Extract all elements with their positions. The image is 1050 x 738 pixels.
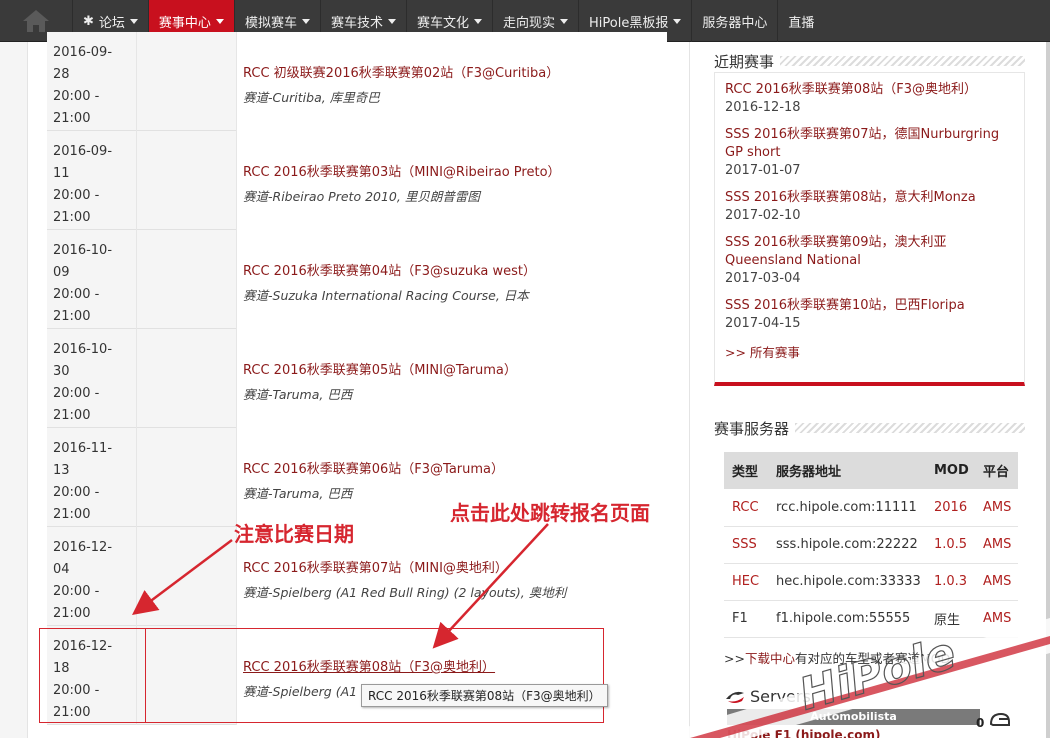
page-gutter-left: [0, 42, 27, 738]
row-spacer: [137, 230, 237, 329]
server-table-header: 类型 服务器地址 MOD 平台: [724, 452, 1018, 489]
download-center-link[interactable]: 下载中心: [745, 651, 795, 666]
race-info: RCC 2016秋季联赛第03站（MINI@Ribeirao Preto） 赛道…: [237, 131, 667, 230]
race-info: RCC 2016秋季联赛第04站（F3@suzuka west） 赛道-Suzu…: [237, 230, 667, 329]
heading-hatch: [780, 56, 1025, 66]
event-link[interactable]: SSS 2016秋季联赛第09站，澳大利亚 Queensland Nationa…: [725, 234, 1014, 270]
caret-down-icon: [387, 18, 396, 24]
home-icon: [23, 9, 49, 32]
row-spacer: [137, 428, 237, 527]
server-name-link[interactable]: HiPole F1 (hipole.com): [727, 728, 880, 738]
race-date: 2016-12- 04 20:00 -21:00: [47, 527, 137, 626]
caret-down-icon: [215, 18, 224, 24]
nav-live[interactable]: 直播: [777, 0, 824, 42]
player-count: 0: [976, 716, 985, 730]
race-info: RCC 初级联赛2016秋季联赛第02站（F3@Curitiba） 赛道-Cur…: [237, 32, 667, 131]
event-date: 2017-04-15: [725, 316, 801, 331]
race-date: 2016-11- 13 20:00 -21:00: [47, 428, 137, 527]
event-date: 2017-03-04: [725, 271, 801, 286]
event-item: SSS 2016秋季联赛第07站，德国Nurburgring GP short …: [725, 126, 1014, 180]
race-link[interactable]: RCC 2016秋季联赛第03站（MINI@Ribeirao Preto）: [243, 161, 667, 180]
date-note-label: 注意比赛日期: [234, 522, 354, 546]
race-date: 2016-10- 09 20:00 -21:00: [47, 230, 137, 329]
event-date: 2016-12-18: [725, 100, 801, 115]
caret-down-icon: [301, 18, 310, 24]
server-table: 类型 服务器地址 MOD 平台 RCC rcc.hipole.com:11111…: [724, 452, 1018, 638]
schedule-row: 2016-10- 30 20:00 -21:00 RCC 2016秋季联赛第05站（…: [47, 329, 667, 428]
window-scrollbar-track[interactable]: [1046, 42, 1050, 738]
server-row: SSS sss.hipole.com:22222 1.0.5 AMS: [724, 526, 1018, 564]
race-date: 2016-10- 30 20:00 -21:00: [47, 329, 137, 428]
server-row: HEC hec.hipole.com:33333 1.0.3 AMS: [724, 563, 1018, 601]
row-spacer: [137, 527, 237, 626]
servers-widget-title: Servers: [724, 687, 811, 706]
download-hint: >>下载中心有对应的车型或者赛道MOD: [724, 651, 951, 666]
row-spacer: [137, 329, 237, 428]
server-row: RCC rcc.hipole.com:11111 2016 AMS: [724, 489, 1018, 527]
race-date: 2016-09- 11 20:00 -21:00: [47, 131, 137, 230]
server-row: F1 f1.hipole.com:55555 原生 AMS: [724, 600, 1018, 638]
row-spacer: [137, 131, 237, 230]
race-link[interactable]: RCC 2016秋季联赛第05站（MINI@Taruma）: [243, 359, 667, 378]
race-track: 赛道-Spielberg (A1 Red Bull Ring) (2 layou…: [243, 585, 567, 600]
heading-hatch: [795, 423, 1025, 433]
event-item: RCC 2016秋季联赛第08站（F3@奥地利） 2016-12-18: [725, 81, 1014, 117]
race-track: 赛道-Curitiba, 库里奇巴: [243, 90, 380, 105]
race-track: 赛道-Ribeirao Preto 2010, 里贝朗普雷图: [243, 189, 480, 204]
watermark-text: HiPole: [794, 628, 961, 721]
row-spacer: [137, 32, 237, 131]
race-date: 2016-09- 28 20:00 -21:00: [47, 32, 137, 131]
asterisk-icon: ✱: [83, 13, 94, 29]
servers-logo-icon: [726, 691, 744, 703]
event-link[interactable]: SSS 2016秋季联赛第10站，巴西Floripa: [725, 297, 1014, 315]
race-info: RCC 2016秋季联赛第05站（MINI@Taruma） 赛道-Taruma,…: [237, 329, 667, 428]
schedule-row: 2016-09- 11 20:00 -21:00 RCC 2016秋季联赛第03站（…: [47, 131, 667, 230]
schedule-row: 2016-12- 04 20:00 -21:00 RCC 2016秋季联赛第07站（…: [47, 527, 667, 626]
schedule-row: 2016-10- 09 20:00 -21:00 RCC 2016秋季联赛第04站（…: [47, 230, 667, 329]
event-link[interactable]: SSS 2016秋季联赛第07站，德国Nurburgring GP short: [725, 126, 1014, 162]
race-link[interactable]: RCC 2016秋季联赛第06站（F3@Taruma）: [243, 458, 667, 477]
caret-down-icon: [673, 18, 682, 24]
nav-server-center[interactable]: 服务器中心: [691, 0, 777, 42]
race-link[interactable]: RCC 初级联赛2016秋季联赛第02站（F3@Curitiba）: [243, 62, 667, 81]
caret-down-icon: [560, 18, 568, 24]
servers-heading: 赛事服务器: [714, 417, 1025, 439]
event-date: 2017-02-10: [725, 208, 801, 223]
helmet-icon: [989, 712, 1010, 726]
link-tooltip: RCC 2016秋季联赛第08站（F3@奥地利）: [361, 684, 608, 707]
race-track: 赛道-Suzuka International Racing Course, 日…: [243, 288, 529, 303]
schedule-row: 2016-09- 28 20:00 -21:00 RCC 初级联赛2016秋季联赛第…: [47, 32, 667, 131]
event-link[interactable]: RCC 2016秋季联赛第08站（F3@奥地利）: [725, 81, 1014, 99]
click-note-label: 点击此处跳转报名页面: [450, 501, 650, 525]
date-highlight-box: [39, 628, 146, 723]
event-item: SSS 2016秋季联赛第08站，意大利Monza 2017-02-10: [725, 189, 1014, 225]
recent-events-box: RCC 2016秋季联赛第08站（F3@奥地利） 2016-12-18 SSS …: [714, 72, 1025, 386]
link-highlight-box: [145, 628, 604, 723]
event-item: SSS 2016秋季联赛第10站，巴西Floripa 2017-04-15: [725, 297, 1014, 333]
caret-down-icon: [129, 18, 138, 24]
caret-down-icon: [473, 18, 482, 24]
all-events-link[interactable]: >> 所有赛事: [725, 342, 1014, 361]
event-date: 2017-01-07: [725, 163, 801, 178]
race-link[interactable]: RCC 2016秋季联赛第04站（F3@suzuka west）: [243, 260, 667, 279]
race-track: 赛道-Taruma, 巴西: [243, 387, 353, 402]
event-link[interactable]: SSS 2016秋季联赛第08站，意大利Monza: [725, 189, 1014, 207]
race-link[interactable]: RCC 2016秋季联赛第07站（MINI@奥地利）: [243, 557, 667, 576]
recent-events-heading: 近期赛事: [714, 50, 1025, 72]
server-game-bar: Automobilista: [727, 709, 980, 725]
event-item: SSS 2016秋季联赛第09站，澳大利亚 Queensland Nationa…: [725, 234, 1014, 288]
